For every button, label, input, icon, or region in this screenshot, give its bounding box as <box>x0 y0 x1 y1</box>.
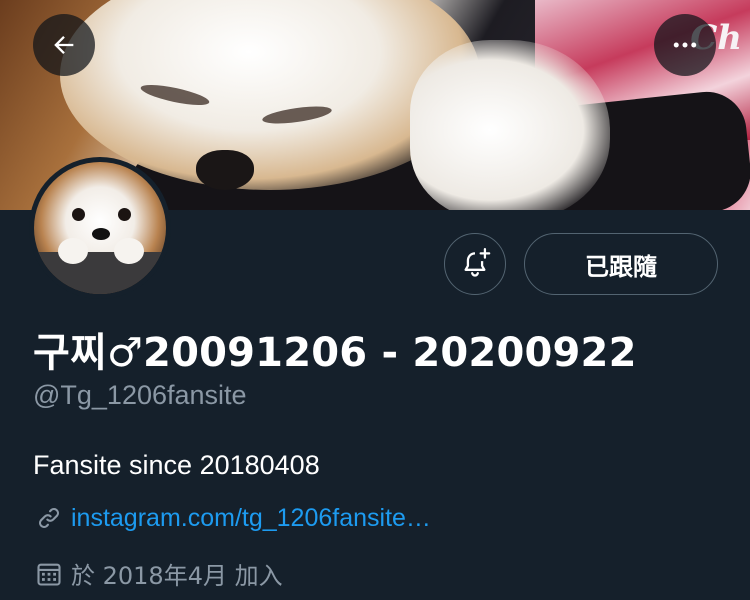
display-name: 구찌♂20091206 - 20200922 <box>33 330 637 376</box>
notifications-button[interactable] <box>444 233 506 295</box>
back-button[interactable] <box>33 14 95 76</box>
avatar-eye-left <box>72 208 85 221</box>
more-options-button[interactable] <box>654 14 716 76</box>
profile-avatar[interactable] <box>29 157 171 299</box>
banner-dog-paw <box>410 40 610 210</box>
avatar-box <box>34 252 166 294</box>
joined-date: 於 2018年4月 加入 <box>71 562 283 590</box>
avatar-eye-right <box>118 208 131 221</box>
profile-bio: Fansite since 20180408 <box>33 450 320 480</box>
joined-date-row: 於 2018年4月 加入 <box>33 556 283 591</box>
user-handle: @Tg_1206fansite <box>33 380 247 410</box>
profile-link-row: instagram.com/tg_1206fansite… <box>33 503 431 533</box>
following-button[interactable]: 已跟隨 <box>524 233 718 295</box>
banner-dog-nose <box>196 150 254 190</box>
avatar-nose <box>92 228 110 240</box>
more-horizontal-icon <box>673 42 697 48</box>
avatar-paw-right <box>114 238 144 264</box>
avatar-paw-left <box>58 238 88 264</box>
bell-plus-icon <box>464 247 491 277</box>
link-icon <box>33 503 65 533</box>
avatar-image <box>34 162 166 294</box>
arrow-left-icon <box>54 36 74 54</box>
profile-link[interactable]: instagram.com/tg_1206fansite… <box>71 504 431 533</box>
calendar-icon <box>33 559 65 589</box>
